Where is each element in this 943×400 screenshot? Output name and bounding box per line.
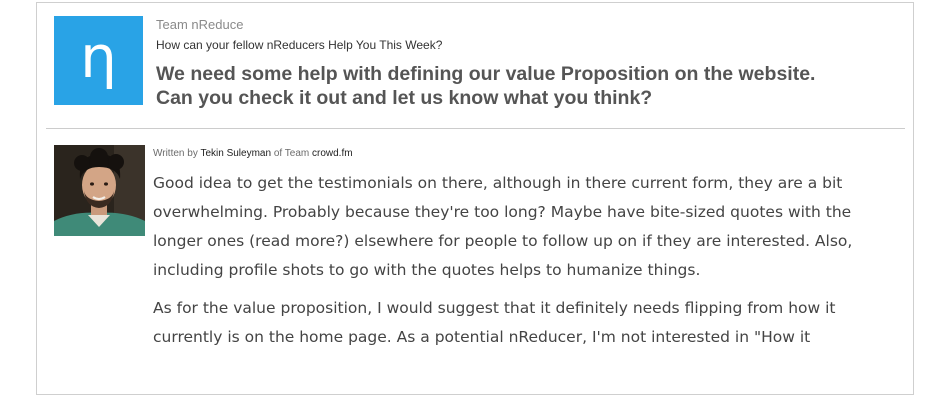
author-avatar[interactable] [54, 145, 145, 236]
section-divider [46, 128, 905, 129]
author-team[interactable]: crowd.fm [312, 148, 353, 159]
help-request-line-1: We need some help with defining our valu… [156, 63, 816, 85]
team-logo[interactable]: η [54, 16, 143, 105]
reply-paragraph-2: As for the value proposition, I would su… [153, 299, 836, 346]
post-header: η Team nReduce How can your fellow nRedu… [37, 3, 913, 129]
author-name[interactable]: Tekin Suleyman [200, 148, 271, 159]
reply-paragraph-1: Good idea to get the testimonials on the… [153, 174, 853, 279]
reply-body: Good idea to get the testimonials on the… [153, 169, 875, 361]
weekly-question: How can your fellow nReducers Help You T… [156, 38, 443, 52]
feedback-card: η Team nReduce How can your fellow nRedu… [36, 2, 914, 395]
help-request: We need some help with defining our valu… [156, 62, 896, 110]
written-by-label: Written by [153, 148, 198, 159]
reply-byline: Written by Tekin Suleyman of Team crowd.… [153, 148, 353, 159]
team-name[interactable]: Team nReduce [156, 17, 243, 32]
avatar-portrait-icon [54, 145, 145, 236]
nreduce-logo-icon: η [80, 22, 117, 91]
of-team-label: of Team [273, 148, 310, 159]
help-request-line-2: Can you check it out and let us know wha… [156, 87, 653, 109]
